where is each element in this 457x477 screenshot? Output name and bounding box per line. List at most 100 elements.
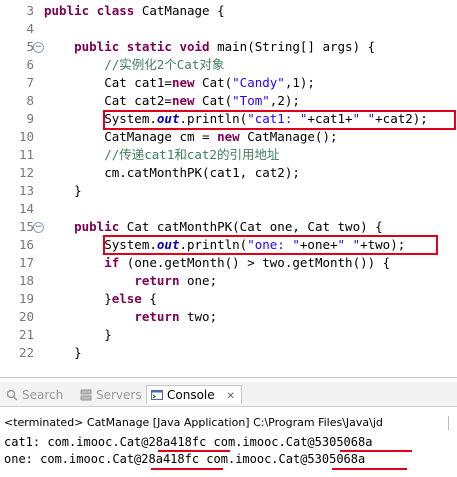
code-token: Cat( xyxy=(202,75,233,90)
line-number: 15 xyxy=(18,219,34,234)
search-icon xyxy=(6,388,18,401)
code-line: 6 //实例化2个Cat对象 xyxy=(0,56,457,74)
code-line: 5− public static void main(String[] args… xyxy=(0,38,457,56)
code-token: main(String[] args) { xyxy=(217,39,376,54)
code-token: .println( xyxy=(179,237,248,252)
code-line: 15− public Cat catMonthPK(Cat one, Cat t… xyxy=(0,218,457,236)
line-number: 4 xyxy=(26,21,34,36)
tab-search[interactable]: Search xyxy=(6,386,63,404)
view-tab-bar: Search Servers Console ✕ xyxy=(0,382,457,407)
line-number: 11 xyxy=(18,147,34,162)
code-line: 16 System.out.println("one: "+one+" "+tw… xyxy=(0,236,457,254)
console-output-line-2: one: com.imooc.Cat@28a418fc com.imooc.Ca… xyxy=(4,452,366,466)
code-token: Cat( xyxy=(202,93,233,108)
code-token: } xyxy=(44,327,112,342)
line-number: 9 xyxy=(26,111,34,126)
code-token: new xyxy=(171,75,203,90)
code-text: System.out.println("one: "+one+" "+two); xyxy=(44,236,405,254)
code-text: }else { xyxy=(44,290,157,308)
code-line: 12 cm.catMonthPK(cat1, cat2); xyxy=(0,164,457,182)
code-token: //传递cat1和cat2的引用地址 xyxy=(44,147,280,162)
code-editor[interactable]: 3 public class CatManage {4 5− public stat… xyxy=(0,0,457,370)
code-token: new xyxy=(171,93,203,108)
code-text: Cat cat1=new Cat("Candy",1); xyxy=(44,74,315,92)
code-line: 22 } xyxy=(0,344,457,362)
code-token: public class xyxy=(44,3,142,18)
line-number: 13 xyxy=(18,183,34,198)
code-token: } xyxy=(44,291,112,306)
console-panel: Search Servers Console ✕ <terminated> Ca… xyxy=(0,382,457,477)
code-text: //实例化2个Cat对象 xyxy=(44,56,224,74)
tab-console[interactable]: Console ✕ xyxy=(146,385,242,404)
code-line: 14 xyxy=(0,200,457,218)
code-token: +two); xyxy=(360,237,406,252)
code-token: public xyxy=(74,219,127,234)
underline-cat1-hash-1 xyxy=(158,450,230,452)
code-text: return two; xyxy=(44,308,217,326)
panel-divider xyxy=(0,377,457,378)
code-token: System. xyxy=(44,111,157,126)
line-number: 8 xyxy=(26,93,34,108)
code-token: "Tom" xyxy=(232,93,270,108)
line-number: 14 xyxy=(18,201,34,216)
line-number: 18 xyxy=(18,273,34,288)
code-token: CatManage cm = xyxy=(44,129,218,144)
code-token: new xyxy=(217,129,248,144)
code-token: CatManage { xyxy=(141,3,225,18)
code-text: if (one.getMonth() > two.getMonth()) { xyxy=(44,254,390,272)
code-token: return xyxy=(134,273,187,288)
code-token: } xyxy=(44,345,82,360)
code-line: 21 } xyxy=(0,326,457,344)
code-line: 4 xyxy=(0,20,457,38)
code-text: return one; xyxy=(44,272,217,290)
code-line: 20 return two; xyxy=(0,308,457,326)
code-token: +one+ xyxy=(299,237,338,252)
line-number: 7 xyxy=(26,75,34,90)
code-token: return xyxy=(134,309,187,324)
code-token: +cat2); xyxy=(375,111,428,126)
code-token: "one: " xyxy=(247,237,300,252)
code-line: 3 public class CatManage { xyxy=(0,2,457,20)
console-scrollbar[interactable] xyxy=(448,416,457,430)
code-token: out xyxy=(156,111,180,126)
code-text: } xyxy=(44,182,82,200)
code-text: public class CatManage { xyxy=(44,2,225,20)
close-icon[interactable]: ✕ xyxy=(226,391,234,402)
code-token: ,1); xyxy=(284,75,315,90)
line-number: 19 xyxy=(18,291,34,306)
code-text: public static void main(String[] args) { xyxy=(44,38,375,56)
line-number: 20 xyxy=(18,309,34,324)
underline-one-hash-2 xyxy=(332,468,407,470)
code-token: ,2); xyxy=(269,93,300,108)
code-token: (one.getMonth() > two.getMonth()) { xyxy=(126,255,391,270)
code-line: 19 }else { xyxy=(0,290,457,308)
line-number: 3 xyxy=(26,3,34,18)
code-token: } xyxy=(44,183,82,198)
line-number: 6 xyxy=(26,57,34,72)
code-text: //传递cat1和cat2的引用地址 xyxy=(44,146,279,164)
code-token: Cat catMonthPK(Cat one, Cat two) { xyxy=(126,219,383,234)
underline-cat1-hash-2 xyxy=(340,450,412,452)
code-line: 10 CatManage cm = new CatManage(); xyxy=(0,128,457,146)
code-token: +cat1+ xyxy=(307,111,353,126)
code-token: " " xyxy=(337,237,361,252)
servers-icon xyxy=(80,388,92,401)
tab-servers-label: Servers xyxy=(96,388,142,402)
line-number: 5 xyxy=(26,39,34,54)
code-token: public static void xyxy=(74,39,218,54)
fold-toggle-icon[interactable]: − xyxy=(33,222,44,233)
line-number: 12 xyxy=(18,165,34,180)
underline-one-hash-1 xyxy=(151,468,223,470)
code-line: 18 return one; xyxy=(0,272,457,290)
fold-toggle-icon[interactable]: − xyxy=(33,42,44,53)
code-token: .println( xyxy=(179,111,248,126)
tab-servers[interactable]: Servers xyxy=(80,386,142,404)
line-number: 10 xyxy=(18,129,34,144)
code-line: 11 //传递cat1和cat2的引用地址 xyxy=(0,146,457,164)
line-number: 16 xyxy=(18,237,34,252)
code-token: Cat cat2= xyxy=(44,93,172,108)
code-token: out xyxy=(156,237,180,252)
